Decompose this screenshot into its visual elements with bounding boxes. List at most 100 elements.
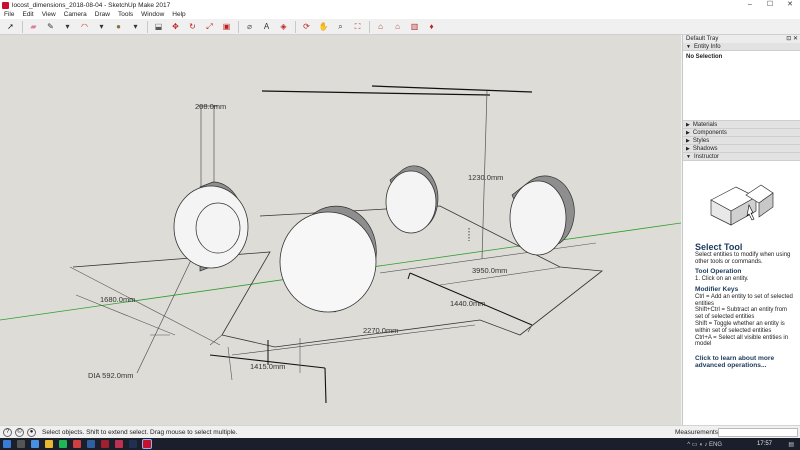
menu-draw[interactable]: Draw xyxy=(91,11,114,18)
wheel-front-right[interactable] xyxy=(279,205,377,313)
instructor-tool-desc: Select entities to modify when using oth… xyxy=(695,251,791,265)
arc-dropdown-icon[interactable]: ▾ xyxy=(95,20,108,33)
chevron-down-icon: ▼ xyxy=(686,43,691,50)
wheel-rear-right[interactable] xyxy=(509,175,575,256)
panel-components-label: Components xyxy=(692,129,727,136)
measurements-input[interactable] xyxy=(718,428,798,437)
paint-bucket-tool-icon[interactable]: ◈ xyxy=(277,20,290,33)
top-dim-line-2 xyxy=(371,85,533,93)
tray-title: Default Tray ⊡ ✕ xyxy=(683,35,800,43)
toolbar-separator xyxy=(369,20,370,33)
user-icon[interactable]: ● xyxy=(27,427,36,437)
panel-instructor[interactable]: ▼ Instructor xyxy=(683,153,800,161)
dimension-1415[interactable]: 1415.0mm xyxy=(250,362,285,371)
tape-measure-tool-icon[interactable]: ⌀ xyxy=(243,20,256,33)
line-dropdown-icon[interactable]: ▾ xyxy=(61,20,74,33)
select-tool-icon[interactable]: ➚ xyxy=(4,20,17,33)
search-icon[interactable] xyxy=(17,440,25,448)
app-icon-3[interactable] xyxy=(101,440,109,448)
instructor-learn-more-link[interactable]: Click to learn about more advanced opera… xyxy=(695,355,796,370)
scale-tool-icon[interactable]: ⤢ xyxy=(203,20,216,33)
select-tool-illustration-icon xyxy=(710,184,774,226)
window-title: locost_dimensions_2018-08-04 - SketchUp … xyxy=(12,1,171,9)
shapes-dropdown-icon[interactable]: ▾ xyxy=(129,20,142,33)
chevron-right-icon: ▶ xyxy=(686,137,690,144)
menu-view[interactable]: View xyxy=(38,11,60,18)
menu-tools[interactable]: Tools xyxy=(114,11,137,18)
wheel-rear-left[interactable] xyxy=(385,165,439,234)
dimension-dia[interactable]: DIA 592.0mm xyxy=(88,371,133,380)
default-tray: Default Tray ⊡ ✕ ▼ Entity Info No Select… xyxy=(682,35,800,425)
toolbar: ➚ ▰ ✎ ▾ ◠ ▾ ● ▾ ⬓ ✥ ↻ ⤢ ▣ ⌀ A ◈ ⟳ ✋ ⌕ ⛶ ⌂ ⌂ ▥ ♦ xyxy=(0,19,800,35)
dimension-1680[interactable]: 1680.0mm xyxy=(100,295,135,304)
model-canvas[interactable] xyxy=(0,35,681,425)
offset-tool-icon[interactable]: ▣ xyxy=(220,20,233,33)
zoom-extents-tool-icon[interactable]: ⛶ xyxy=(351,20,364,33)
info-icon[interactable]: ? xyxy=(3,427,12,437)
sketchup-taskbar-icon[interactable] xyxy=(142,439,152,449)
arc-tool-icon[interactable]: ◠ xyxy=(78,20,91,33)
shapes-tool-icon[interactable]: ● xyxy=(112,20,125,33)
zoom-tool-icon[interactable]: ⌕ xyxy=(334,20,347,33)
drawing-viewport[interactable]: 208.0mm 1230.0mm 1680.0mm 3950.0mm 1440.… xyxy=(0,35,681,425)
extension-manager-icon[interactable]: ♦ xyxy=(425,20,438,33)
notification-icon[interactable]: ▤ xyxy=(788,441,794,448)
panel-instructor-label: Instructor xyxy=(693,153,719,160)
instructor-tool-title: Select Tool xyxy=(695,241,743,252)
close-icon[interactable]: ✕ xyxy=(780,0,800,10)
edge-icon[interactable] xyxy=(31,440,39,448)
menu-help[interactable]: Help xyxy=(168,11,189,18)
panel-styles-label: Styles xyxy=(692,137,710,144)
panel-entity-info-label: Entity Info xyxy=(693,43,721,50)
toolbar-separator xyxy=(22,20,23,33)
spotify-icon[interactable] xyxy=(59,440,67,448)
menu-file[interactable]: File xyxy=(0,11,18,18)
instructor-body: Select Tool Select entities to modify wh… xyxy=(683,161,800,370)
chevron-right-icon: ▶ xyxy=(686,121,690,128)
system-tray-icons[interactable]: ^ ▭ ◖ ♪ ENG xyxy=(687,441,722,448)
app-icon-2[interactable] xyxy=(87,440,95,448)
explorer-icon[interactable] xyxy=(45,440,53,448)
extension-warehouse-icon[interactable]: ⌂ xyxy=(391,20,404,33)
panel-entity-info[interactable]: ▼ Entity Info xyxy=(683,43,800,51)
eraser-tool-icon[interactable]: ▰ xyxy=(27,20,40,33)
dimension-1230[interactable]: 1230.0mm xyxy=(468,173,503,182)
maximize-icon[interactable]: ☐ xyxy=(760,0,780,10)
push-pull-tool-icon[interactable]: ⬓ xyxy=(152,20,165,33)
dimension-2270[interactable]: 2270.0mm xyxy=(363,326,398,335)
app-icon-1[interactable] xyxy=(73,440,81,448)
taskbar-clock: 17:57 xyxy=(756,441,772,447)
menu-edit[interactable]: Edit xyxy=(18,11,37,18)
rotate-tool-icon[interactable]: ↻ xyxy=(186,20,199,33)
chevron-down-icon: ▼ xyxy=(686,153,691,160)
start-windows-icon[interactable] xyxy=(3,440,11,448)
steam-icon[interactable] xyxy=(129,440,137,448)
app-icon-4[interactable] xyxy=(115,440,123,448)
pencil-tool-icon[interactable]: ✎ xyxy=(44,20,57,33)
instructor-mod-heading: Modifier Keys xyxy=(695,285,739,293)
tray-pin-close-icons[interactable]: ⊡ ✕ xyxy=(786,35,798,43)
dimension-208[interactable]: 208.0mm xyxy=(195,102,226,111)
instructor-op-1: 1. Click on an entity. xyxy=(695,276,749,283)
geo-location-icon[interactable]: © xyxy=(15,427,24,437)
no-selection-text: No Selection xyxy=(686,54,723,60)
warehouse-icon[interactable]: ⌂ xyxy=(374,20,387,33)
menu-window[interactable]: Window xyxy=(137,11,168,18)
orbit-tool-icon[interactable]: ⟳ xyxy=(300,20,313,33)
instructor-mod-2: Shift+Ctrl = Subtract an entity from set… xyxy=(695,307,788,321)
windows-taskbar: ^ ▭ ◖ ♪ ENG 17:57 ▤ xyxy=(0,438,800,450)
panel-shadows-label: Shadows xyxy=(692,145,718,152)
menu-camera[interactable]: Camera xyxy=(60,11,91,18)
instructor-mod-4: Ctrl+A = Select all visible entities in … xyxy=(695,334,789,348)
pan-tool-icon[interactable]: ✋ xyxy=(317,20,330,33)
toolbar-separator xyxy=(238,20,239,33)
move-tool-icon[interactable]: ✥ xyxy=(169,20,182,33)
top-dim-line-1 xyxy=(261,90,491,96)
dimension-1440[interactable]: 1440.0mm xyxy=(450,299,485,308)
minimize-icon[interactable]: – xyxy=(740,0,760,10)
text-tool-icon[interactable]: A xyxy=(260,20,273,33)
wheel-front-left[interactable] xyxy=(173,181,249,272)
dimension-3950[interactable]: 3950.0mm xyxy=(472,266,507,275)
toolbar-separator xyxy=(295,20,296,33)
send-to-layout-icon[interactable]: ▥ xyxy=(408,20,421,33)
